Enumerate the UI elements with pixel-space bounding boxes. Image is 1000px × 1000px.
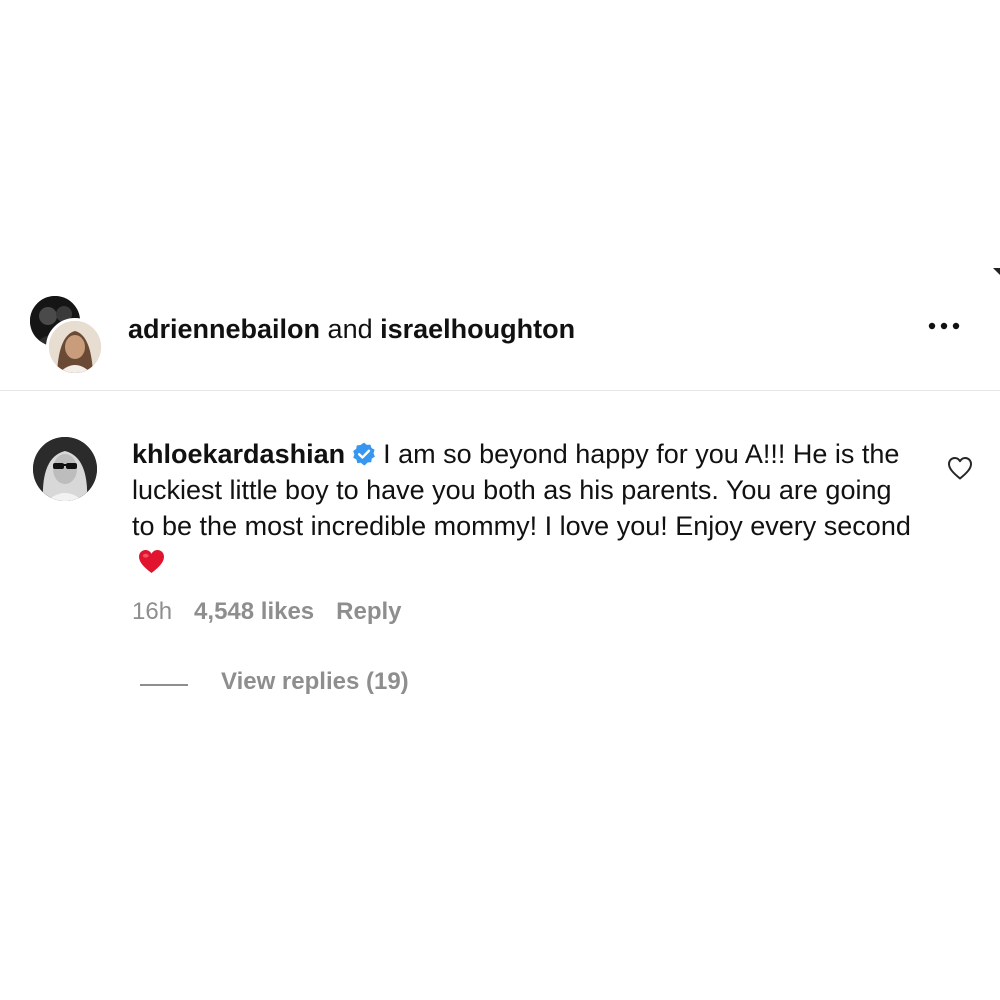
reply-button[interactable]: Reply	[336, 598, 401, 625]
verified-badge-icon	[353, 442, 375, 466]
view-replies-label: View replies (19)	[221, 668, 409, 695]
red-heart-emoji	[139, 549, 164, 574]
comment-likes-count[interactable]: 4,548 likes	[194, 598, 314, 625]
author-avatars[interactable]	[30, 296, 104, 376]
author-link-israelhoughton[interactable]: israelhoughton	[380, 314, 575, 344]
more-icon	[928, 322, 960, 330]
view-replies-line	[140, 684, 188, 686]
heart-outline-icon	[948, 457, 972, 480]
comment-body: khloekardashian I am so beyond happy for…	[132, 436, 912, 580]
post-header: adriennebailon and israelhoughton	[0, 290, 1000, 390]
post-authors: adriennebailon and israelhoughton	[128, 314, 575, 345]
comment-timestamp[interactable]: 16h	[132, 598, 172, 625]
comment-meta: 16h 4,548 likes Reply	[132, 598, 402, 626]
corner-mark	[993, 268, 1000, 275]
commenter-username[interactable]: khloekardashian	[132, 439, 345, 469]
like-comment-button[interactable]	[946, 455, 974, 481]
avatar-front	[46, 318, 104, 376]
author-link-adriennebailon[interactable]: adriennebailon	[128, 314, 320, 344]
commenter-avatar[interactable]	[33, 437, 97, 501]
header-divider	[0, 390, 1000, 391]
more-options-button[interactable]	[924, 316, 964, 336]
authors-joiner: and	[320, 314, 381, 344]
